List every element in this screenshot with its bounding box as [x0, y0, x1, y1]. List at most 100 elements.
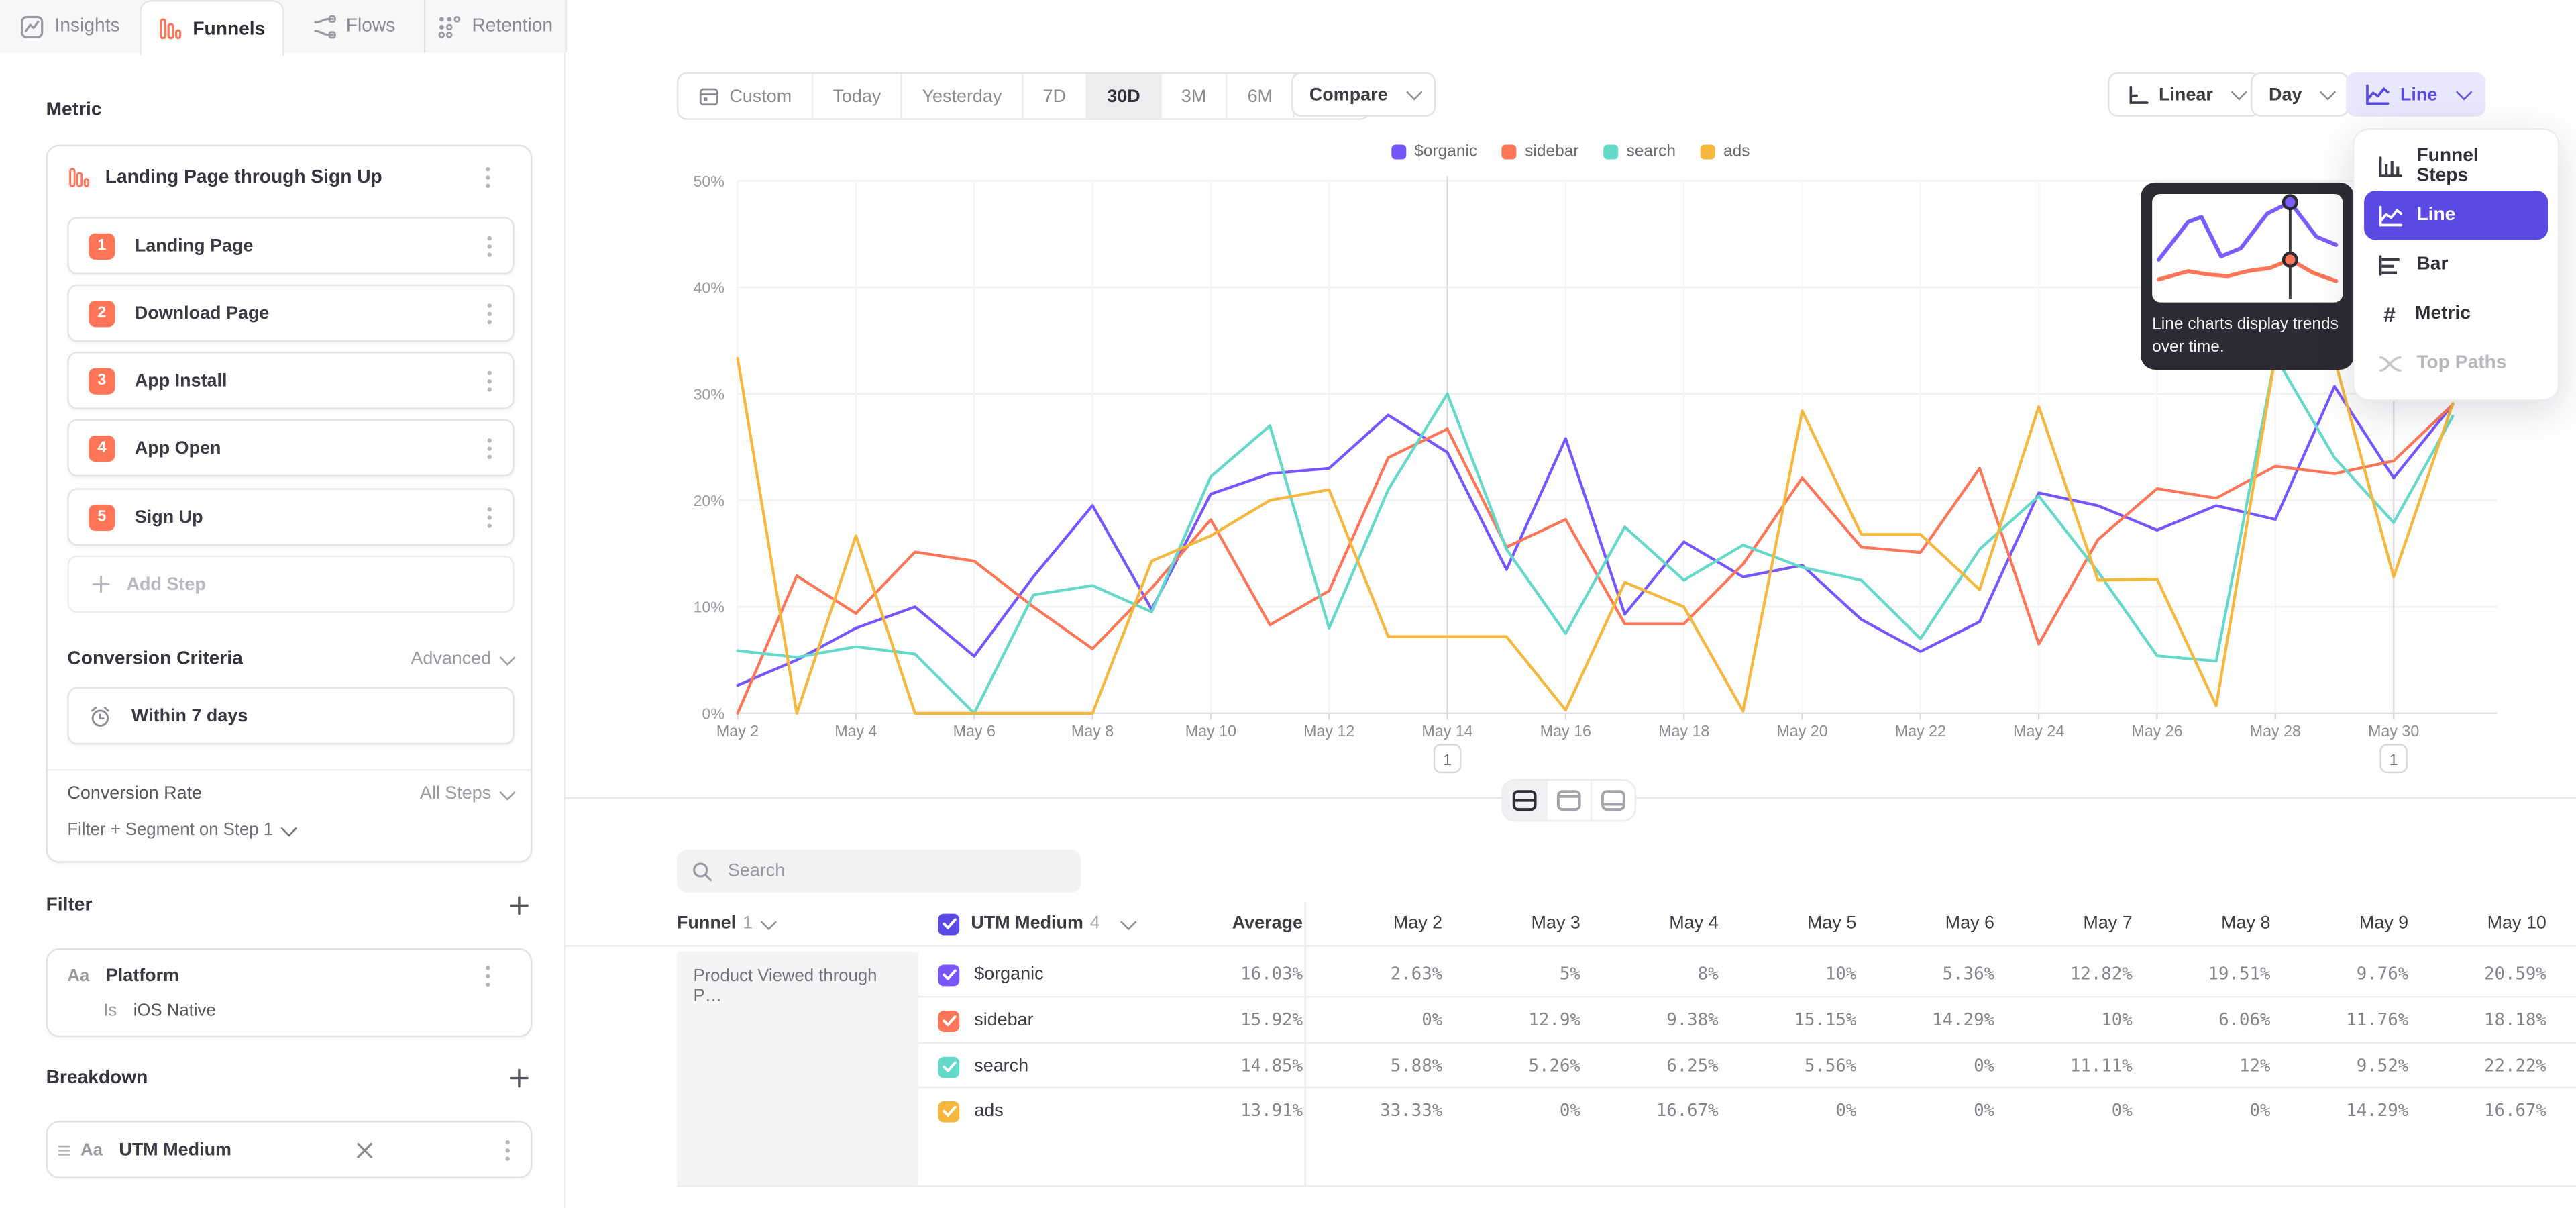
tab-insights[interactable]: Insights — [0, 0, 140, 52]
funnel-step-row[interactable]: 3 App Install — [67, 352, 514, 409]
metric-heading: Metric — [46, 100, 102, 119]
tab-flows[interactable]: Flows — [283, 0, 423, 52]
segment-name: sidebar — [974, 1011, 1033, 1030]
table-row[interactable]: $organic 16.03% 2.63% 5% 8% 10% 5.36% 12… — [918, 952, 2576, 998]
compare-button[interactable]: Compare — [1291, 72, 1436, 117]
layout-table-button[interactable] — [1591, 781, 1635, 820]
tab-label: Flows — [346, 16, 396, 36]
menu-item-bar[interactable]: Bar — [2364, 240, 2548, 289]
row-checkbox[interactable] — [938, 1056, 959, 1077]
range-label: Yesterday — [922, 87, 1002, 106]
legend-item-ads[interactable]: ads — [1701, 143, 1750, 161]
svg-text:0%: 0% — [702, 705, 724, 722]
table-row[interactable]: sidebar 15.92% 0% 12.9% 9.38% 15.15% 14.… — [918, 998, 2576, 1044]
table-row[interactable]: ads 13.91% 33.33% 0% 16.67% 0% 0% 0% 0% … — [918, 1088, 2576, 1134]
funnel-step-row[interactable]: 4 App Open — [67, 419, 514, 476]
filter-value[interactable]: iOS Native — [133, 1001, 216, 1020]
chevron-down-icon — [1405, 84, 1421, 100]
legend-item-search[interactable]: search — [1603, 143, 1676, 161]
filter-segment-dropdown[interactable]: Filter + Segment on Step 1 — [67, 820, 511, 840]
filter-operator[interactable]: Is — [103, 1001, 117, 1020]
step-options-button[interactable] — [480, 505, 499, 528]
conversion-rate-dropdown[interactable]: All Steps — [420, 784, 511, 803]
funnel-column-count: 1 — [743, 914, 753, 934]
step-options-button[interactable] — [480, 436, 499, 459]
range-7d[interactable]: 7D — [1022, 74, 1086, 118]
search-input[interactable] — [724, 860, 1066, 883]
conversion-window-row[interactable]: Within 7 days — [67, 687, 514, 745]
scale-dropdown[interactable]: Linear — [2108, 72, 2261, 117]
date-column-header: May 10 — [2408, 902, 2546, 945]
layout-split-button[interactable] — [1503, 781, 1546, 820]
tab-funnels[interactable]: Funnels — [140, 0, 284, 56]
cell-value: 0% — [1856, 1044, 1994, 1090]
chart-type-dropdown[interactable]: Line — [2346, 72, 2485, 117]
chevron-down-icon — [2455, 84, 2471, 100]
average-column-header[interactable]: Average — [1165, 902, 1303, 945]
date-column-header: May 8 — [2133, 902, 2271, 945]
range-30d[interactable]: 30D — [1085, 74, 1160, 118]
legend-label: search — [1627, 143, 1676, 161]
menu-item-line[interactable]: Line — [2364, 191, 2548, 240]
average-label: Average — [1232, 914, 1303, 934]
add-filter-button[interactable] — [509, 896, 529, 915]
svg-text:50%: 50% — [693, 172, 724, 190]
step-options-button[interactable] — [480, 301, 499, 324]
select-all-checkbox[interactable] — [938, 913, 959, 934]
step-number-badge: 5 — [89, 504, 115, 530]
chevron-down-icon — [2320, 84, 2336, 100]
row-checkbox[interactable] — [938, 964, 959, 985]
filter-heading: Filter — [46, 896, 93, 915]
filter-card[interactable]: Aa Platform Is iOS Native — [46, 948, 533, 1037]
table-search[interactable] — [677, 850, 1081, 893]
report-type-tabbar: Insights Funnels Flows Retention — [0, 0, 2576, 54]
layout-table-icon — [1600, 789, 1626, 812]
calendar-icon — [698, 85, 720, 107]
range-6m[interactable]: 6M — [1226, 74, 1293, 118]
funnel-options-button[interactable] — [478, 166, 498, 189]
menu-item-funnel-steps[interactable]: Funnel Steps — [2364, 142, 2548, 191]
funnel-column-label: Funnel — [677, 914, 736, 934]
breakdown-field: UTM Medium — [119, 1140, 231, 1159]
cell-value: 18.18% — [2408, 998, 2546, 1044]
funnel-step-row[interactable]: 1 Landing Page — [67, 217, 514, 274]
chart-type-menu: Funnel Steps Line Bar # Metric Top Paths — [2353, 128, 2560, 401]
funnel-column-dropdown[interactable]: Funnel 1 — [677, 902, 772, 945]
cell-value: 0% — [1719, 1088, 1857, 1134]
filter-segment-label: Filter + Segment on Step 1 — [67, 820, 273, 840]
svg-text:1: 1 — [2390, 751, 2398, 768]
step-options-button[interactable] — [480, 234, 499, 257]
breakdown-column-dropdown[interactable]: UTM Medium 4 — [938, 902, 1131, 945]
funnel-step-row[interactable]: 2 Download Page — [67, 285, 514, 342]
menu-item-metric[interactable]: # Metric — [2364, 289, 2548, 338]
tab-retention[interactable]: Retention — [423, 0, 565, 52]
drag-handle-icon[interactable] — [58, 1142, 71, 1158]
svg-text:May 18: May 18 — [1658, 722, 1709, 740]
row-checkbox[interactable] — [938, 1010, 959, 1031]
layout-chart-button[interactable] — [1546, 781, 1590, 820]
breakdown-card[interactable]: Aa UTM Medium — [46, 1121, 533, 1178]
close-icon[interactable] — [356, 1142, 372, 1158]
legend-item-sidebar[interactable]: sidebar — [1502, 143, 1579, 161]
advanced-dropdown[interactable]: Advanced — [411, 649, 511, 668]
query-builder-sidebar: Metric Landing Page through Sign Up 1 La… — [0, 52, 565, 1208]
step-options-button[interactable] — [480, 369, 499, 392]
range-custom[interactable]: Custom — [678, 74, 811, 118]
table-row[interactable]: search 14.85% 5.88% 5.26% 6.25% 5.56% 0%… — [918, 1044, 2576, 1090]
svg-text:May 28: May 28 — [2250, 722, 2301, 740]
add-step-label: Add Step — [127, 574, 206, 594]
breakdown-options-button[interactable] — [498, 1138, 517, 1161]
add-breakdown-button[interactable] — [509, 1068, 529, 1088]
filter-options-button[interactable] — [478, 965, 498, 988]
interval-dropdown[interactable]: Day — [2251, 72, 2349, 117]
add-step-button[interactable]: Add Step — [67, 556, 514, 613]
range-3m[interactable]: 3M — [1160, 74, 1226, 118]
range-yesterday[interactable]: Yesterday — [901, 74, 1022, 118]
funnel-step-row[interactable]: 5 Sign Up — [67, 488, 514, 546]
legend-item-organic[interactable]: $organic — [1391, 143, 1477, 161]
row-checkbox[interactable] — [938, 1101, 959, 1122]
range-label: 6M — [1248, 87, 1273, 106]
range-today[interactable]: Today — [812, 74, 901, 118]
funnel-cell[interactable]: Product Viewed through P… — [677, 952, 918, 1185]
step-number-badge: 4 — [89, 435, 115, 461]
